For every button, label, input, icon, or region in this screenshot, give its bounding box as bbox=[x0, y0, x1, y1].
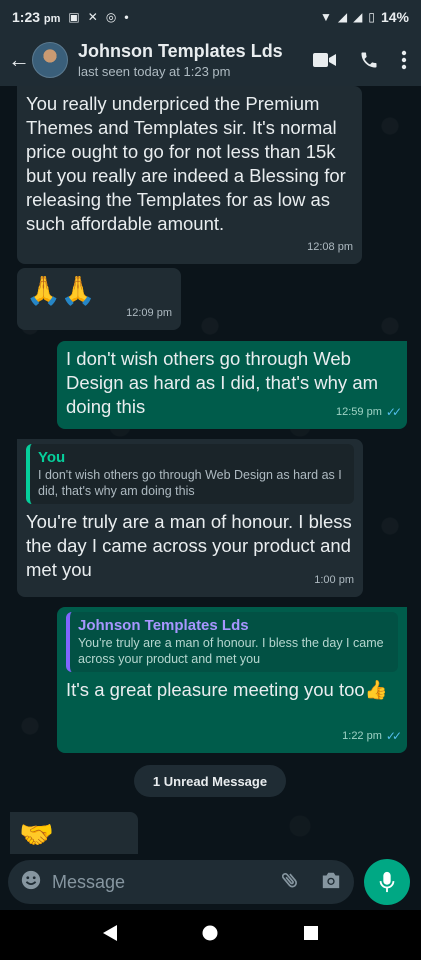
contact-name: Johnson Templates Lds bbox=[78, 41, 283, 61]
paperclip-icon[interactable] bbox=[280, 869, 300, 896]
nav-home-icon[interactable] bbox=[201, 924, 219, 947]
contact-info[interactable]: Johnson Templates Lds last seen today at… bbox=[78, 41, 283, 79]
message-time: 12:08 pm bbox=[307, 241, 353, 253]
more-vertical-icon[interactable] bbox=[401, 50, 407, 70]
quote-text: I don't wish others go through Web Desig… bbox=[38, 468, 342, 498]
message-time: 1:22 pm ✓✓ bbox=[342, 724, 402, 748]
signal-icon-2: ◢ bbox=[353, 10, 363, 24]
input-tools bbox=[280, 869, 342, 896]
nav-back-icon[interactable] bbox=[102, 924, 118, 947]
quote-author: Johnson Templates Lds bbox=[78, 617, 249, 634]
message-bubble[interactable]: I don't wish others go through Web Desig… bbox=[57, 341, 407, 429]
app-icon: ✕ bbox=[87, 10, 98, 24]
message-bubble[interactable]: 🤝 bbox=[10, 812, 138, 854]
notification-icon: ▣ bbox=[68, 10, 80, 24]
message-text: You're truly are a man of honour. I bles… bbox=[26, 511, 352, 580]
message-text: You really underpriced the Premium Theme… bbox=[26, 93, 346, 234]
header-actions bbox=[313, 50, 413, 70]
quote-text: You're truly are a man of honour. I bles… bbox=[78, 636, 384, 666]
message-bubble[interactable]: You really underpriced the Premium Theme… bbox=[17, 86, 362, 264]
dot-icon: • bbox=[124, 10, 129, 24]
camera-icon[interactable] bbox=[320, 870, 342, 895]
last-seen: last seen today at 1:23 pm bbox=[78, 64, 231, 79]
read-receipt-icon: ✓✓ bbox=[385, 729, 402, 743]
microphone-icon[interactable] bbox=[364, 859, 410, 905]
quote-author: You bbox=[38, 449, 66, 466]
message-list[interactable]: You really underpriced the Premium Theme… bbox=[0, 86, 421, 854]
message-input[interactable]: Message bbox=[8, 860, 354, 904]
quoted-message[interactable]: You I don't wish others go through Web D… bbox=[26, 444, 354, 504]
avatar[interactable] bbox=[32, 42, 68, 78]
message-bubble[interactable]: 🙏🙏 12:09 pm bbox=[17, 268, 181, 330]
compose-bar: Message bbox=[0, 854, 421, 910]
chat-header: ← Johnson Templates Lds last seen today … bbox=[0, 34, 421, 86]
message-text: It's a great pleasure meeting you too👍 bbox=[66, 679, 388, 700]
status-time: 1:23 pm bbox=[12, 9, 61, 25]
battery-level: 14% bbox=[380, 9, 409, 25]
sync-icon: ◎ bbox=[105, 10, 117, 24]
message-time: 12:59 pm ✓✓ bbox=[336, 400, 402, 424]
phone-icon[interactable] bbox=[359, 50, 379, 70]
battery-icon: ▯ bbox=[368, 10, 375, 24]
emoji-message: 🤝 bbox=[19, 819, 54, 850]
message-bubble[interactable]: You I don't wish others go through Web D… bbox=[17, 439, 363, 597]
status-left: 1:23 pm ▣ ✕ ◎ • bbox=[12, 9, 129, 25]
message-time: 12:09 pm bbox=[126, 307, 172, 319]
message-placeholder: Message bbox=[52, 871, 126, 892]
wifi-icon: ▼ bbox=[320, 10, 332, 24]
system-nav-bar bbox=[0, 910, 421, 960]
signal-icon: ◢ bbox=[337, 10, 348, 24]
status-bar: 1:23 pm ▣ ✕ ◎ • ▼ ◢ ◢ ▯ 14% bbox=[0, 0, 421, 34]
nav-recents-icon[interactable] bbox=[303, 925, 319, 946]
message-bubble[interactable]: Johnson Templates Lds You're truly are a… bbox=[57, 607, 407, 753]
emoji-icon[interactable] bbox=[20, 869, 42, 896]
read-receipt-icon: ✓✓ bbox=[385, 405, 402, 419]
quoted-message[interactable]: Johnson Templates Lds You're truly are a… bbox=[66, 612, 398, 672]
unread-messages-badge: 1 Unread Message bbox=[134, 765, 286, 797]
message-time: 1:00 pm bbox=[314, 574, 354, 586]
arrow-left-icon[interactable]: ← bbox=[8, 47, 30, 73]
video-call-icon[interactable] bbox=[313, 52, 337, 68]
status-right: ▼ ◢ ◢ ▯ 14% bbox=[320, 9, 409, 25]
